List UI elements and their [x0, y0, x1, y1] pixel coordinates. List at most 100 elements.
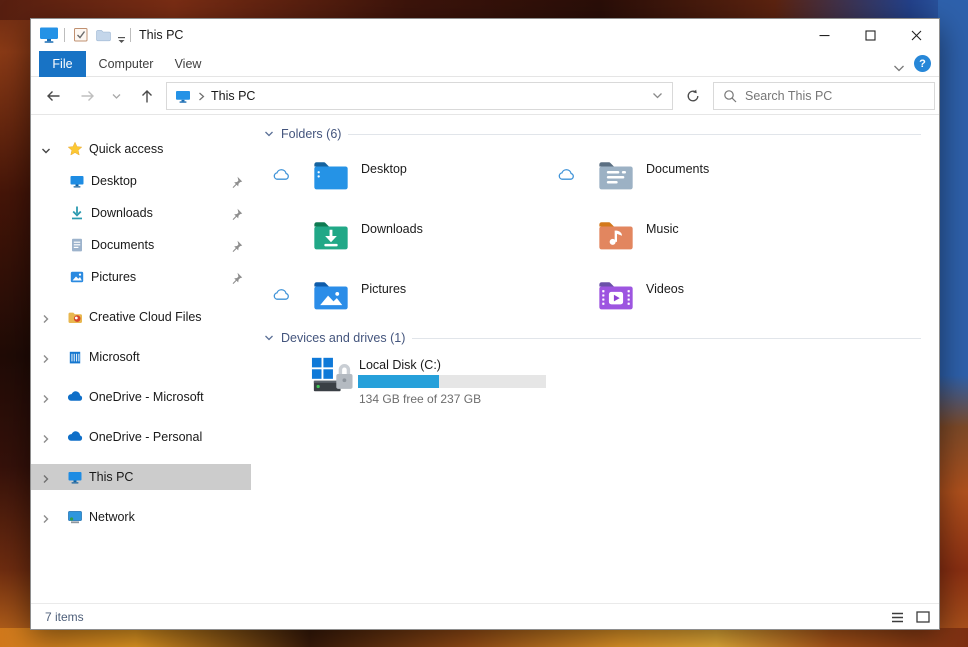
- sidebar-item-creative-cloud-files[interactable]: Creative Cloud Files: [31, 304, 251, 330]
- search-icon: [723, 89, 737, 103]
- group-header-devices[interactable]: Devices and drives (1): [264, 331, 931, 345]
- desktop-wallpaper: [938, 0, 968, 647]
- sidebar-item-label: Creative Cloud Files: [89, 310, 202, 324]
- sidebar-item-onedrive-microsoft[interactable]: OneDrive - Microsoft: [31, 384, 251, 410]
- this-pc-app-icon: [39, 25, 59, 50]
- separator: [130, 28, 131, 42]
- expand-ribbon-chevron-icon[interactable]: [893, 60, 905, 78]
- desktop-wallpaper: [0, 628, 968, 647]
- group-label: Folders (6): [281, 127, 342, 141]
- chevron-down-icon[interactable]: [264, 129, 274, 139]
- cloud-status-icon: [272, 288, 291, 306]
- folder-tile-label: Desktop: [361, 162, 407, 176]
- sidebar-item-desktop[interactable]: Desktop: [31, 168, 251, 194]
- this-pc-mini-icon: [175, 88, 191, 104]
- chevron-down-icon[interactable]: [264, 333, 274, 343]
- group-label: Devices and drives (1): [281, 331, 406, 345]
- local-disk-tile[interactable]: [309, 354, 355, 401]
- folder-tile-pictures[interactable]: Pictures: [311, 276, 406, 321]
- search-input[interactable]: [745, 89, 934, 103]
- search-box: [713, 82, 935, 110]
- items-count: 7 items: [45, 610, 84, 624]
- pin-icon[interactable]: [231, 207, 243, 225]
- help-button[interactable]: ?: [914, 55, 931, 72]
- large-icons-view-button[interactable]: [915, 610, 931, 624]
- folder-tile-label: Documents: [646, 162, 710, 176]
- pin-icon[interactable]: [231, 239, 243, 257]
- details-view-button[interactable]: [889, 610, 905, 624]
- sidebar-item-label: Documents: [91, 238, 155, 252]
- document-icon: [69, 237, 85, 253]
- sidebar-item-label: Pictures: [91, 270, 137, 284]
- qat-properties-button[interactable]: [73, 27, 89, 48]
- desktop-folder-icon: [311, 156, 351, 201]
- chevron-right-icon[interactable]: [41, 471, 51, 489]
- tab-view[interactable]: View: [163, 51, 213, 77]
- chevron-right-icon[interactable]: [41, 431, 51, 449]
- divider: [412, 337, 921, 339]
- desktop-wallpaper: [0, 0, 968, 20]
- minimize-button[interactable]: [801, 19, 847, 51]
- cloud-status-icon: [272, 168, 291, 186]
- separator: [64, 28, 65, 42]
- creative-cloud-folder-icon: [67, 309, 83, 325]
- downloads-folder-icon: [311, 216, 351, 261]
- music-folder-icon: [596, 216, 636, 261]
- window-title: This PC: [139, 28, 184, 42]
- group-header-folders[interactable]: Folders (6): [264, 127, 931, 141]
- breadcrumb[interactable]: This PC: [211, 89, 255, 103]
- close-button[interactable]: [893, 19, 939, 51]
- chevron-right-icon[interactable]: [41, 351, 51, 369]
- ribbon-tab-row: File Computer View ?: [31, 51, 939, 77]
- sidebar-item-this-pc[interactable]: This PC: [31, 464, 251, 490]
- tab-computer[interactable]: Computer: [91, 51, 161, 77]
- up-button[interactable]: [133, 82, 161, 110]
- sidebar-item-onedrive-personal[interactable]: OneDrive - Personal: [31, 424, 251, 450]
- status-bar: 7 items: [31, 603, 939, 629]
- breadcrumb-chevron-icon[interactable]: [198, 92, 205, 101]
- folder-tile-downloads[interactable]: Downloads: [311, 216, 423, 261]
- chevron-down-icon[interactable]: [41, 143, 51, 161]
- chevron-right-icon[interactable]: [41, 511, 51, 529]
- drive-label[interactable]: Local Disk (C:): [359, 358, 441, 372]
- qat-customize-dropdown[interactable]: [117, 31, 126, 49]
- refresh-button[interactable]: [679, 82, 707, 110]
- address-dropdown-chevron[interactable]: [652, 92, 663, 100]
- sidebar-item-label: Network: [89, 510, 135, 524]
- tab-file[interactable]: File: [39, 51, 86, 77]
- divider: [348, 133, 921, 135]
- chevron-right-icon[interactable]: [41, 391, 51, 409]
- desktop-wallpaper: [0, 0, 32, 647]
- documents-folder-icon: [596, 156, 636, 201]
- local-disk-icon: [309, 357, 355, 400]
- sidebar-item-quick-access[interactable]: Quick access: [31, 136, 251, 162]
- folder-tile-documents[interactable]: Documents: [596, 156, 709, 201]
- sidebar-item-pictures[interactable]: Pictures: [31, 264, 251, 290]
- folder-tile-desktop[interactable]: Desktop: [311, 156, 407, 201]
- drive-free-space: 134 GB free of 237 GB: [359, 392, 482, 406]
- folder-tile-music[interactable]: Music: [596, 216, 679, 261]
- recent-locations-chevron[interactable]: [105, 82, 127, 110]
- onedrive-cloud-icon: [67, 389, 83, 405]
- chevron-right-icon[interactable]: [41, 311, 51, 329]
- sidebar-item-downloads[interactable]: Downloads: [31, 200, 251, 226]
- folder-tile-videos[interactable]: Videos: [596, 276, 684, 321]
- sidebar-item-network[interactable]: Network: [31, 504, 251, 530]
- pin-icon[interactable]: [231, 175, 243, 193]
- maximize-button[interactable]: [847, 19, 893, 51]
- title-bar: This PC: [31, 19, 939, 51]
- folder-tile-label: Music: [646, 222, 679, 236]
- qat-new-folder-button[interactable]: [95, 27, 111, 48]
- disk-usage-bar: [358, 375, 546, 388]
- main-area: Quick access Desktop Downloads Documents…: [31, 115, 939, 605]
- pictures-folder-icon: [311, 276, 351, 321]
- sidebar-item-documents[interactable]: Documents: [31, 232, 251, 258]
- folder-tile-label: Pictures: [361, 282, 407, 296]
- navigation-bar: This PC: [31, 77, 939, 115]
- file-explorer-window: This PC File Computer View ? This PC Sea…: [30, 18, 940, 630]
- forward-button[interactable]: [73, 82, 101, 110]
- back-button[interactable]: [39, 82, 67, 110]
- address-bar[interactable]: This PC: [166, 82, 673, 110]
- sidebar-item-microsoft[interactable]: Microsoft: [31, 344, 251, 370]
- pin-icon[interactable]: [231, 271, 243, 289]
